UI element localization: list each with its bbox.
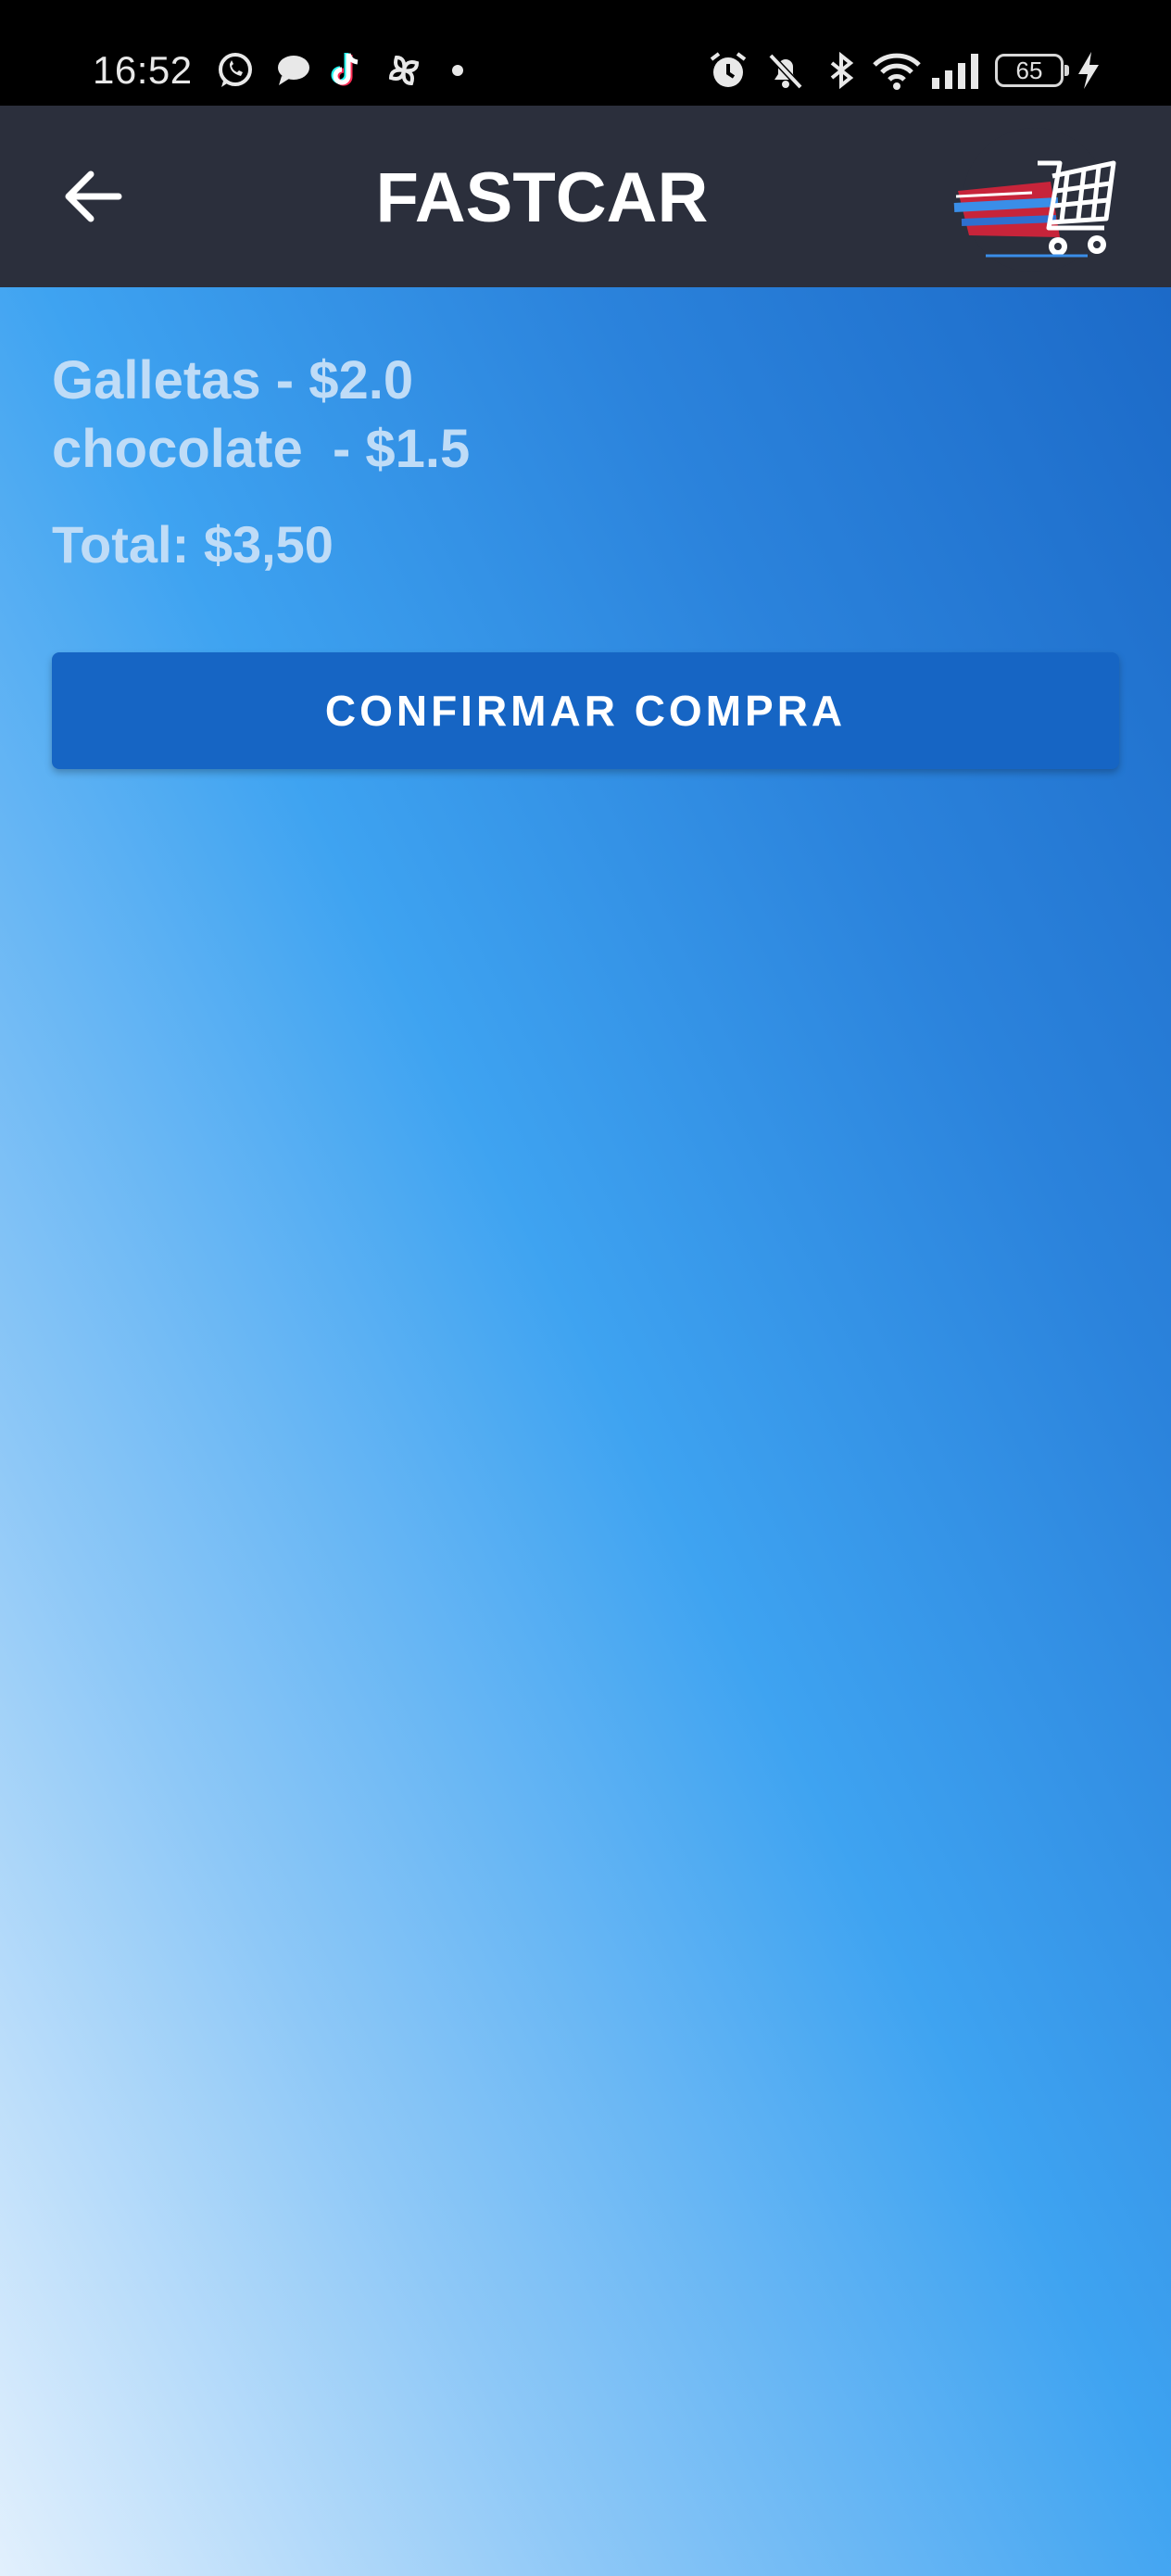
chat-bubble-icon xyxy=(271,48,315,93)
screen: 16:52 65 FASTCAR Galletas - $2.0 chocola… xyxy=(0,0,1171,2576)
dot-icon xyxy=(447,48,469,93)
alarm-icon xyxy=(706,48,750,93)
wifi-icon xyxy=(871,48,923,93)
shopping-cart-logo xyxy=(949,126,1121,272)
cart-total: Total: $3,50 xyxy=(52,515,334,574)
bluetooth-icon xyxy=(819,48,863,93)
app-bar: FASTCAR xyxy=(0,106,1171,287)
signal-icon xyxy=(928,48,984,93)
pinwheel-icon xyxy=(382,48,426,93)
charging-icon xyxy=(1075,48,1102,93)
status-bar: 16:52 65 xyxy=(0,0,1171,106)
battery-level: 65 xyxy=(1015,57,1043,84)
cart-item: chocolate - $1.5 xyxy=(52,419,471,479)
cart-item: Galletas - $2.0 xyxy=(52,350,414,410)
cart-items-list: Galletas - $2.0 chocolate - $1.5 xyxy=(52,347,470,484)
battery-icon: 65 xyxy=(995,54,1069,87)
whatsapp-icon xyxy=(213,48,258,93)
bell-off-icon xyxy=(763,48,808,93)
confirm-purchase-button[interactable]: CONFIRMAR COMPRA xyxy=(52,652,1119,769)
app-title: FASTCAR xyxy=(375,158,709,237)
cart-content: Galletas - $2.0 chocolate - $1.5 Total: … xyxy=(0,287,1171,2576)
status-time: 16:52 xyxy=(93,48,193,92)
tiktok-icon xyxy=(324,48,369,93)
